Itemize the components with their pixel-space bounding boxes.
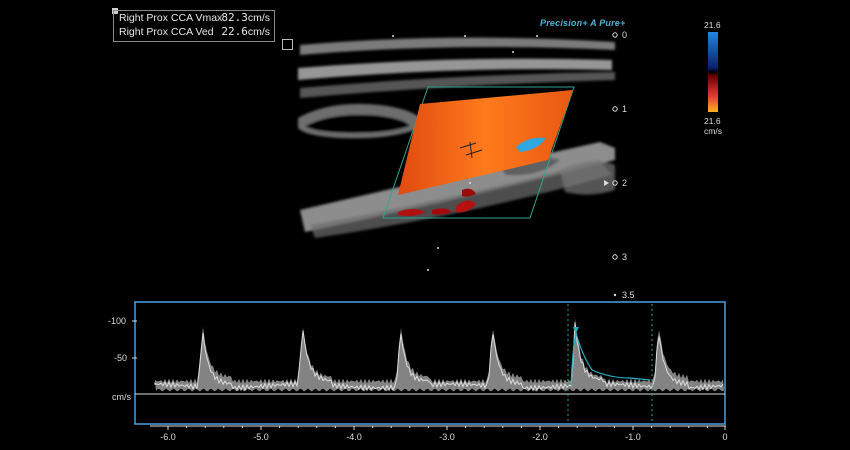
color-scale-unit: cm/s bbox=[704, 126, 722, 136]
time-axis-tick: -4.0 bbox=[346, 432, 362, 442]
depth-label: 3 bbox=[622, 252, 628, 262]
doppler-y-unit: cm/s bbox=[112, 392, 131, 402]
depth-label: 3.5 bbox=[622, 290, 635, 300]
color-scale-bottom-value: 21.6 bbox=[704, 116, 721, 126]
doppler-y-tick: -50 bbox=[114, 353, 128, 363]
ultrasound-image bbox=[132, 32, 726, 430]
depth-label: 2 bbox=[622, 178, 628, 188]
time-axis-tick: -5.0 bbox=[253, 432, 269, 442]
depth-label: 1 bbox=[622, 104, 628, 114]
time-axis-tick: -3.0 bbox=[439, 432, 455, 442]
doppler-y-tick: -100 bbox=[108, 316, 127, 326]
depth-markers bbox=[612, 32, 618, 260]
time-axis-tick: -1.0 bbox=[625, 432, 641, 442]
doppler-spectrum[interactable] bbox=[132, 301, 726, 425]
depth-label: 0 bbox=[622, 30, 628, 40]
color-scale-bar bbox=[708, 32, 718, 112]
time-axis-tick: -2.0 bbox=[532, 432, 548, 442]
time-axis-tick: 0 bbox=[722, 432, 728, 442]
time-axis-tick: -6.0 bbox=[160, 432, 176, 442]
color-scale-top-value: 21.6 bbox=[704, 20, 721, 30]
